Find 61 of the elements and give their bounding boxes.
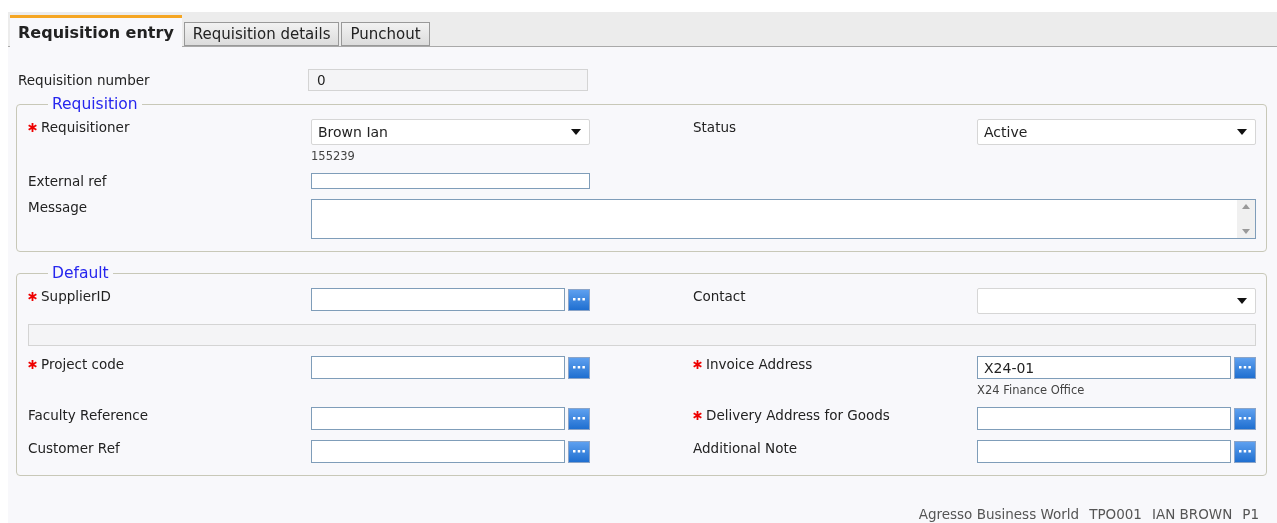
ellipsis-icon: [573, 298, 585, 301]
status-text: TPO001: [1089, 506, 1142, 522]
field-label: Status: [693, 119, 738, 135]
field-hint: 155239: [311, 149, 356, 163]
ellipsis-icon: [1239, 450, 1251, 453]
tab[interactable]: Punchout: [341, 22, 430, 46]
field-hint: X24 Finance Office: [977, 383, 1086, 397]
tab[interactable]: Requisition entry: [10, 15, 182, 47]
field-label: Message: [28, 199, 89, 215]
field-label: Invoice Address: [693, 356, 977, 372]
lookup-button[interactable]: [1234, 440, 1256, 463]
input-field[interactable]: [311, 440, 565, 463]
caret-icon: [571, 129, 581, 135]
scroll-up-icon: [1242, 204, 1250, 209]
dropdown[interactable]: Brown Ian: [311, 119, 590, 145]
field-label: Contact: [693, 288, 747, 304]
field-label: SupplierID: [28, 288, 311, 304]
readonly-field: 0: [308, 69, 588, 91]
status-text: IAN BROWN: [1151, 506, 1233, 522]
message-field[interactable]: [311, 199, 1256, 239]
lookup-button[interactable]: [568, 356, 590, 379]
lookup-button[interactable]: [568, 440, 590, 463]
section-title: Default: [51, 264, 110, 282]
field-label: Faculty Reference: [28, 407, 150, 423]
ellipsis-icon: [573, 450, 585, 453]
scroll-down-icon: [1242, 229, 1250, 234]
field-label: Customer Ref: [28, 440, 121, 456]
input-field[interactable]: [311, 407, 565, 430]
dropdown[interactable]: Active: [977, 119, 1256, 145]
input-field[interactable]: [977, 407, 1231, 430]
required-icon: [693, 359, 702, 369]
field-label: Requisition number: [18, 72, 151, 88]
ellipsis-icon: [1239, 417, 1251, 420]
field-label: Project code: [28, 356, 311, 372]
field-label: External ref: [28, 173, 108, 189]
required-icon: [28, 359, 37, 369]
status-text: P1: [1242, 506, 1259, 522]
dropdown[interactable]: [977, 288, 1256, 314]
ellipsis-icon: [573, 366, 585, 369]
caret-icon: [1237, 298, 1247, 304]
field-label: Additional Note: [693, 440, 799, 456]
input-field[interactable]: [311, 356, 565, 379]
required-icon: [693, 410, 702, 420]
input-field[interactable]: [311, 173, 590, 189]
field-label: Delivery Address for Goods: [693, 407, 977, 423]
required-icon: [28, 291, 37, 301]
status-text: Agresso Business World: [918, 506, 1080, 522]
ellipsis-icon: [573, 417, 585, 420]
section-title: Requisition: [51, 95, 139, 113]
lookup-button[interactable]: [1234, 356, 1256, 379]
field-label: Requisitioner: [28, 119, 311, 135]
required-icon: [28, 122, 37, 132]
tab[interactable]: Requisition details: [183, 22, 340, 46]
input-field[interactable]: X24-01: [977, 356, 1231, 379]
lookup-button[interactable]: [1234, 407, 1256, 430]
ellipsis-icon: [1239, 366, 1251, 369]
lookup-button[interactable]: [568, 407, 590, 430]
input-field[interactable]: [977, 440, 1231, 463]
caret-icon: [1237, 129, 1247, 135]
input-field[interactable]: [311, 288, 565, 311]
lookup-button[interactable]: [568, 288, 590, 311]
